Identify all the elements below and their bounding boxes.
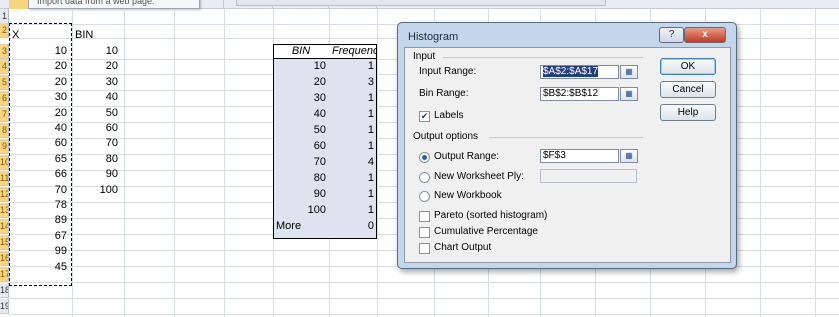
row-gridline [9, 314, 839, 315]
dialog-help-icon[interactable]: ? [659, 27, 684, 43]
bin-value-cell[interactable]: 40 [72, 90, 121, 105]
bin-range-field[interactable]: $B$2:$B$12 [540, 87, 619, 101]
new-worksheet-ply-label[interactable]: New Worksheet Ply: [434, 171, 524, 182]
row-header[interactable]: 2 [0, 23, 9, 38]
labels-label[interactable]: Labels [434, 110, 463, 121]
row-header[interactable]: 16 [0, 251, 9, 266]
row-header[interactable]: 7 [0, 107, 9, 122]
row-header[interactable]: 18 [0, 283, 9, 298]
row-header[interactable]: 11 [0, 171, 9, 186]
output-group-label: Output options [413, 131, 479, 142]
dialog-close-icon[interactable]: x [684, 27, 726, 43]
dialog-body: Input Input Range: $A$2:$A$17 ▦ Bin Rang… [404, 47, 731, 263]
bin-value-cell[interactable]: 10 [72, 44, 121, 59]
pareto-checkbox[interactable] [419, 211, 430, 222]
chart-output-label[interactable]: Chart Output [434, 242, 491, 253]
column-gridline [760, 9, 761, 317]
cancel-button[interactable]: Cancel [660, 81, 716, 98]
bin-range-collapse-icon[interactable]: ▦ [620, 87, 638, 101]
ribbon-popup-edge [236, 0, 606, 6]
help-button[interactable]: Help [660, 104, 716, 121]
pareto-label[interactable]: Pareto (sorted histogram) [434, 210, 547, 221]
cumulative-percentage-checkbox[interactable] [419, 227, 430, 238]
output-range-collapse-icon[interactable]: ▦ [620, 149, 638, 163]
row-header[interactable]: 1 [0, 9, 9, 24]
row-header[interactable]: 4 [0, 59, 9, 74]
column-gridline [124, 9, 125, 317]
input-range-value: $A$2:$A$17 [543, 66, 599, 77]
row-header[interactable]: 8 [0, 123, 9, 138]
row-header[interactable]: 12 [0, 187, 9, 202]
row-header[interactable]: 17 [0, 267, 9, 282]
input-range-field[interactable]: $A$2:$A$17 [540, 65, 619, 79]
column-gridline [224, 9, 225, 317]
column-gridline [815, 9, 816, 317]
row-header[interactable]: 6 [0, 91, 9, 106]
output-range-field[interactable]: $F$3 [540, 149, 619, 163]
bin-value-cell[interactable]: 70 [72, 136, 121, 151]
column-gridline [377, 9, 378, 317]
labels-checkbox[interactable]: ✔ [419, 111, 430, 122]
bin-value-cell[interactable]: 90 [72, 167, 121, 182]
row-header[interactable]: 19 [0, 299, 9, 314]
input-range-label: Input Range: [419, 66, 477, 77]
copy-marquee [9, 23, 72, 286]
row-gridline [9, 282, 839, 283]
row-header[interactable]: 14 [0, 219, 9, 234]
cumulative-percentage-label[interactable]: Cumulative Percentage [434, 226, 538, 237]
input-group-label: Input [413, 51, 436, 62]
column-gridline [174, 9, 175, 317]
input-range-collapse-icon[interactable]: ▦ [620, 65, 638, 79]
output-range-value: $F$3 [543, 150, 566, 161]
new-worksheet-ply-radio[interactable] [419, 172, 430, 183]
new-workbook-radio[interactable] [419, 191, 430, 202]
bin-value-cell[interactable]: 100 [72, 183, 121, 198]
bin-value-cell[interactable]: 50 [72, 106, 121, 121]
bin-range-label: Bin Range: [419, 88, 469, 99]
ok-button[interactable]: OK [660, 58, 716, 75]
row-gridline [9, 298, 839, 299]
histogram-dialog: Histogram ? x Input Input Range: $A$2:$A… [397, 22, 737, 269]
bin-value-cell[interactable]: 80 [72, 152, 121, 167]
input-group-separator [443, 57, 643, 58]
output-range-label[interactable]: Output Range: [434, 151, 499, 162]
row-header[interactable]: 9 [0, 139, 9, 154]
frequency-table-border [273, 44, 377, 239]
bin-value-cell[interactable]: 60 [72, 121, 121, 136]
new-workbook-label[interactable]: New Workbook [434, 190, 502, 201]
dialog-title: Histogram [408, 31, 459, 43]
output-range-radio[interactable] [419, 152, 430, 163]
new-worksheet-ply-field[interactable] [540, 169, 637, 183]
chart-output-checkbox[interactable] [419, 243, 430, 254]
output-group-separator [489, 137, 643, 138]
row-header[interactable]: 5 [0, 75, 9, 90]
bin-header-cell[interactable]: BIN [72, 28, 124, 43]
bin-value-cell[interactable]: 20 [72, 59, 121, 74]
bin-range-value: $B$2:$B$12 [543, 88, 599, 99]
row-header[interactable]: 10 [0, 155, 9, 170]
row-header[interactable]: 15 [0, 235, 9, 250]
row-header[interactable]: 3 [0, 44, 9, 59]
bin-value-cell[interactable]: 30 [72, 75, 121, 90]
row-header[interactable]: 13 [0, 203, 9, 218]
ribbon-tooltip: Import data from a web page. [28, 0, 200, 9]
